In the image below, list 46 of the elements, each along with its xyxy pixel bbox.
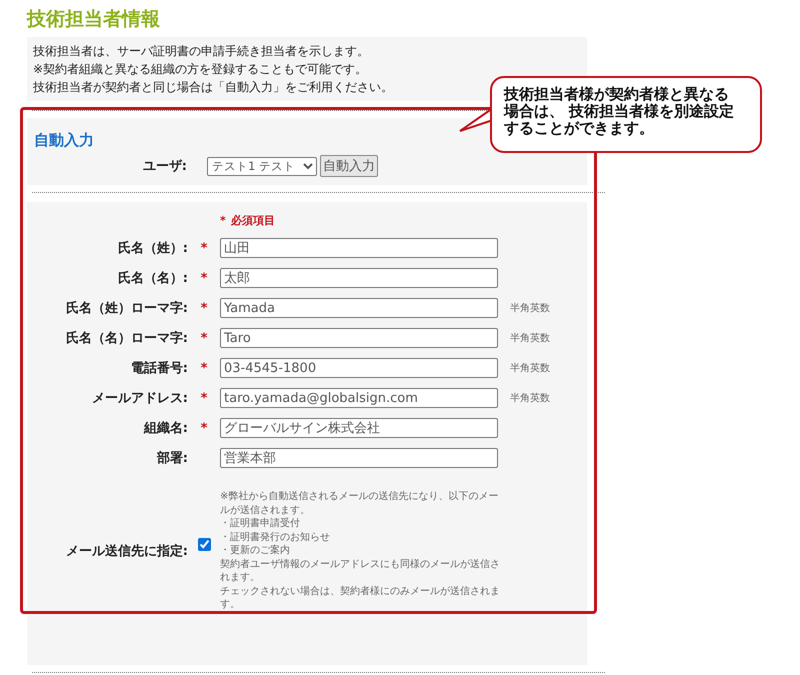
required-mark: * (200, 330, 208, 346)
input-field[interactable]: Yamada (220, 298, 498, 318)
input-field[interactable]: Taro (220, 328, 498, 348)
input-field[interactable]: 03-4545-1800 (220, 358, 498, 378)
field-label: メールアドレス: (90, 390, 188, 407)
help-text: 契約者ユーザ情報のメールアドレスにも同様のメールが送信されます。 (220, 558, 501, 584)
user-dropdown[interactable]: テスト1 テスト (207, 156, 317, 176)
mail-checkbox[interactable] (198, 538, 210, 552)
input-field[interactable]: 太郎 (220, 268, 498, 288)
field-label: メール送信先に指定: (64, 542, 188, 560)
required-mark: * (220, 214, 226, 226)
auto-fill-button[interactable]: 自動入力 (320, 155, 378, 177)
field-label: 氏名（名）: (116, 270, 188, 287)
help-text: ・証明書発行のお知らせ (220, 530, 331, 544)
field-label: 氏名（姓）ローマ字: (64, 300, 188, 317)
required-note: 必須項目 (230, 212, 275, 228)
field-hint: 半角英数 (510, 362, 551, 375)
field-label: ユーザ: (142, 158, 187, 175)
input-field[interactable]: グローバルサイン株式会社 (220, 418, 498, 438)
required-mark: * (200, 390, 208, 406)
intro-text: ※契約者組織と異なる組織の方を登録することもで可能です。 (33, 61, 368, 78)
field-label: 組織名: (142, 420, 188, 437)
field-label: 氏名（姓）: (116, 240, 188, 257)
input-field[interactable]: taro.yamada@globalsign.com (220, 388, 498, 408)
field-hint: 半角英数 (510, 392, 551, 405)
help-text: ※弊社から自動送信されるメールの送信先になり、以下のメールが送信されます。 (220, 490, 500, 517)
required-mark: * (200, 240, 208, 256)
section-heading: 自動入力 (34, 130, 95, 150)
required-mark: * (200, 420, 208, 436)
field-hint: 半角英数 (510, 332, 551, 345)
field-label: 氏名（名）ローマ字: (64, 330, 188, 347)
input-field[interactable]: 山田 (220, 238, 498, 258)
field-label: 部署: (156, 450, 188, 467)
required-mark: * (200, 270, 208, 286)
input-field[interactable]: 営業本部 (220, 448, 498, 468)
page-title: 技術担当者情報 (27, 6, 161, 32)
field-hint: 半角英数 (510, 302, 551, 315)
intro-text: 技術担当者は、サーバ証明書の申請手続き担当者を示します。 (33, 43, 369, 60)
field-label: 電話番号: (130, 360, 188, 377)
required-mark: * (200, 360, 208, 376)
help-text: ・更新のご案内 (220, 544, 291, 558)
help-text: チェックされない場合は、契約者様にのみメールが送信されます。 (220, 584, 501, 612)
help-text: ・証明書申請受付 (220, 517, 301, 530)
required-mark: * (200, 300, 208, 316)
intro-text: 技術担当者が契約者と同じ場合は「自動入力」をご利用ください。 (33, 79, 393, 96)
callout-bubble: 技術担当者様が契約者様と異なる場合は、 技術担当者様を別途設定することができます。 (490, 76, 762, 153)
